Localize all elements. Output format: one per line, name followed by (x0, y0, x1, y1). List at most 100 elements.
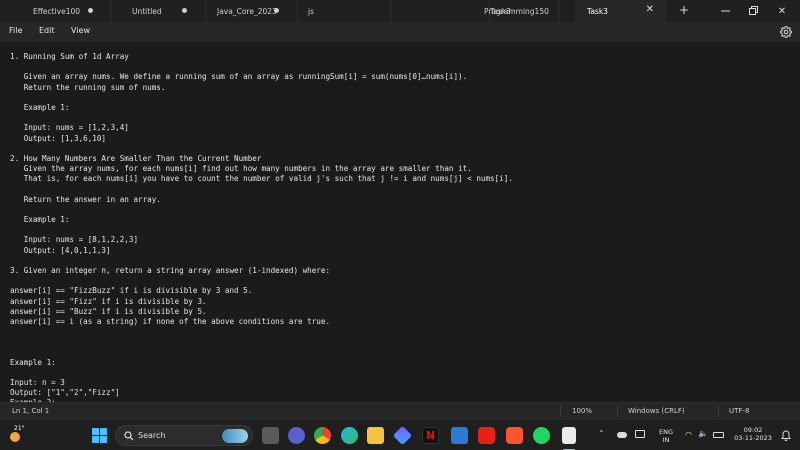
text-line[interactable] (10, 205, 513, 215)
tab-label: Task3 (490, 6, 511, 16)
tab-label: Java_Core_2023 (217, 6, 277, 16)
text-line[interactable]: answer[i] == "FizzBuzz" if i is divisibl… (10, 286, 513, 296)
text-line[interactable] (10, 347, 513, 357)
taskbar-search-box[interactable]: Search (115, 425, 253, 446)
search-icon (124, 431, 134, 441)
notepad-icon[interactable] (562, 427, 576, 444)
text-line[interactable] (10, 93, 513, 103)
unsaved-dot-icon (88, 8, 93, 13)
text-line[interactable]: That is, for each nums[i] you have to co… (10, 174, 513, 184)
vscode-icon[interactable] (451, 427, 468, 444)
text-line[interactable]: Example 1: (10, 103, 513, 113)
tab-task3-active[interactable]: Task3 ✕ (575, 0, 665, 22)
text-line[interactable]: Example 1: (10, 358, 513, 368)
tab-label: js (308, 6, 314, 16)
text-line[interactable]: Return the answer in an array. (10, 195, 513, 205)
text-line[interactable]: Output: [1,3,6,10] (10, 134, 513, 144)
close-tab-icon[interactable]: ✕ (646, 4, 654, 15)
close-window-button[interactable]: ✕ (762, 0, 800, 22)
tab-js[interactable]: js (298, 0, 392, 22)
chrome-icon[interactable] (314, 427, 331, 444)
tab-bar: Effective100 Untitled Java_Core_2023 js … (0, 0, 800, 22)
text-line[interactable] (10, 225, 513, 235)
text-line[interactable] (10, 113, 513, 123)
close-icon: ✕ (777, 5, 787, 17)
encoding[interactable]: UTF-8 (729, 407, 749, 415)
tab-task3[interactable]: Task3 (480, 0, 560, 22)
text-line[interactable]: Input: nums = [8,1,2,2,3] (10, 235, 513, 245)
text-line[interactable] (10, 184, 513, 194)
edge-icon[interactable] (341, 427, 358, 444)
line-ending[interactable]: Windows (CRLF) (628, 407, 685, 415)
spotify-icon[interactable] (533, 427, 550, 444)
text-editor[interactable]: 1. Running Sum of 1d Array Given an arra… (0, 42, 800, 402)
document-text[interactable]: 1. Running Sum of 1d Array Given an arra… (10, 52, 513, 402)
text-line[interactable]: Output: ["1","2","Fizz"] (10, 388, 513, 398)
battery-icon[interactable] (713, 432, 724, 438)
netflix-icon[interactable]: N (422, 427, 439, 444)
text-line[interactable]: 1. Running Sum of 1d Array (10, 52, 513, 62)
text-line[interactable]: Input: nums = [1,2,3,4] (10, 123, 513, 133)
unsaved-dot-icon (274, 8, 279, 13)
tab-untitled[interactable]: Untitled (112, 0, 206, 22)
divider (560, 406, 561, 417)
text-line[interactable]: Given an array nums. We define a running… (10, 72, 513, 82)
chevron-up-icon[interactable]: ⌃ (598, 429, 605, 438)
text-line[interactable]: answer[i] == i (as a string) if none of … (10, 317, 513, 327)
teams-chat-icon[interactable] (288, 427, 305, 444)
text-line[interactable] (10, 62, 513, 72)
minimize-icon (721, 10, 730, 12)
text-line[interactable] (10, 276, 513, 286)
device-icon[interactable] (635, 430, 645, 438)
menu-view[interactable]: View (71, 26, 90, 35)
text-line[interactable] (10, 337, 513, 347)
youtube-icon[interactable] (478, 427, 495, 444)
text-line[interactable] (10, 256, 513, 266)
weather-temperature: 21° (14, 425, 25, 432)
clock-date: 03-11-2023 (734, 434, 772, 442)
tab-label: Untitled (132, 6, 162, 16)
brave-icon[interactable] (506, 427, 523, 444)
text-line[interactable]: Given the array nums, for each nums[i] f… (10, 164, 513, 174)
search-highlight-icon (222, 429, 248, 443)
text-line[interactable]: Input: n = 3 (10, 378, 513, 388)
task-view-icon[interactable] (262, 427, 279, 444)
menu-edit[interactable]: Edit (39, 26, 55, 35)
new-tab-button[interactable]: + (677, 3, 691, 17)
divider (617, 406, 618, 417)
text-line[interactable]: Example 1: (10, 215, 513, 225)
text-line[interactable]: answer[i] == "Buzz" if i is divisible by… (10, 307, 513, 317)
text-line[interactable] (10, 144, 513, 154)
onedrive-cloud-icon[interactable] (617, 432, 627, 438)
notification-bell-icon[interactable] (781, 430, 791, 441)
text-line[interactable]: Return the running sum of nums. (10, 83, 513, 93)
tab-label: Task3 (587, 6, 608, 16)
settings-gear-icon[interactable] (780, 26, 792, 38)
copilot-icon[interactable] (392, 425, 413, 446)
windows-start-icon[interactable] (91, 427, 108, 444)
tab-java-core-2023[interactable]: Java_Core_2023 (206, 0, 298, 22)
tab-label: Effective100 (33, 6, 81, 16)
tab-effective100[interactable]: Effective100 (0, 0, 112, 22)
clock[interactable]: 09:02 03-11-2023 (730, 426, 776, 442)
file-explorer-icon[interactable] (367, 427, 384, 444)
language-bottom: IN (662, 436, 670, 444)
zoom-level[interactable]: 100% (572, 407, 592, 415)
restore-icon (749, 6, 758, 15)
volume-icon[interactable]: 🔈 (698, 429, 708, 438)
text-line[interactable]: Output: [4,0,1,1,3] (10, 246, 513, 256)
search-label: Search (138, 431, 166, 440)
text-line[interactable] (10, 327, 513, 337)
tab-programming150[interactable]: Programming150 (392, 0, 549, 22)
text-line[interactable]: answer[i] == "Fizz" if i is divisible by… (10, 297, 513, 307)
wifi-icon[interactable]: ◠ (685, 430, 692, 439)
text-line[interactable]: 2. How Many Numbers Are Smaller Than the… (10, 154, 513, 164)
cursor-position[interactable]: Ln 1, Col 1 (12, 407, 49, 415)
taskbar: 21° Search N ⌃ ENG IN ◠ 🔈 09:02 03-11-20… (0, 419, 800, 450)
input-language[interactable]: ENG IN (656, 428, 676, 444)
menu-file[interactable]: File (9, 26, 22, 35)
text-line[interactable]: 3. Given an integer n, return a string a… (10, 266, 513, 276)
text-line[interactable] (10, 368, 513, 378)
language-top: ENG (658, 428, 673, 436)
unsaved-dot-icon (182, 8, 187, 13)
